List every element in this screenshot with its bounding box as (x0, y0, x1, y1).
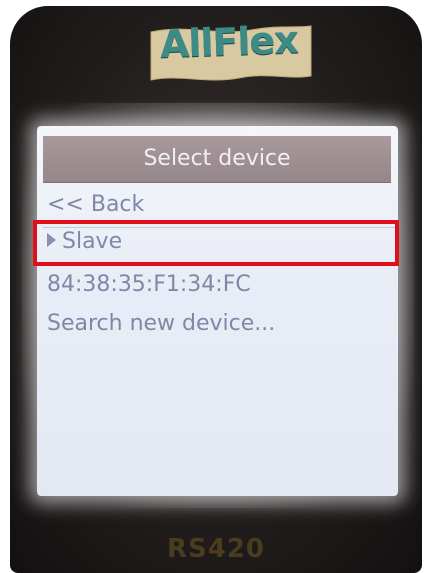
highlight-annotation-box (33, 220, 399, 266)
device-screen: Select device << Back Slave 84:38:35:F1:… (37, 126, 398, 496)
menu-item-mac-address[interactable]: 84:38:35:F1:34:FC (47, 272, 251, 297)
device-body: AllFlex Select device << Back Slave 84:3… (10, 6, 422, 573)
screen-title: Select device (143, 146, 291, 171)
photo-frame: AllFlex Select device << Back Slave 84:3… (0, 0, 432, 573)
title-bar: Select device (43, 136, 391, 183)
menu-item-back[interactable]: << Back (47, 192, 144, 217)
brand-logo: AllFlex (159, 17, 299, 67)
menu-item-search-new-device[interactable]: Search new device... (47, 311, 275, 336)
model-label: RS420 (166, 534, 266, 564)
